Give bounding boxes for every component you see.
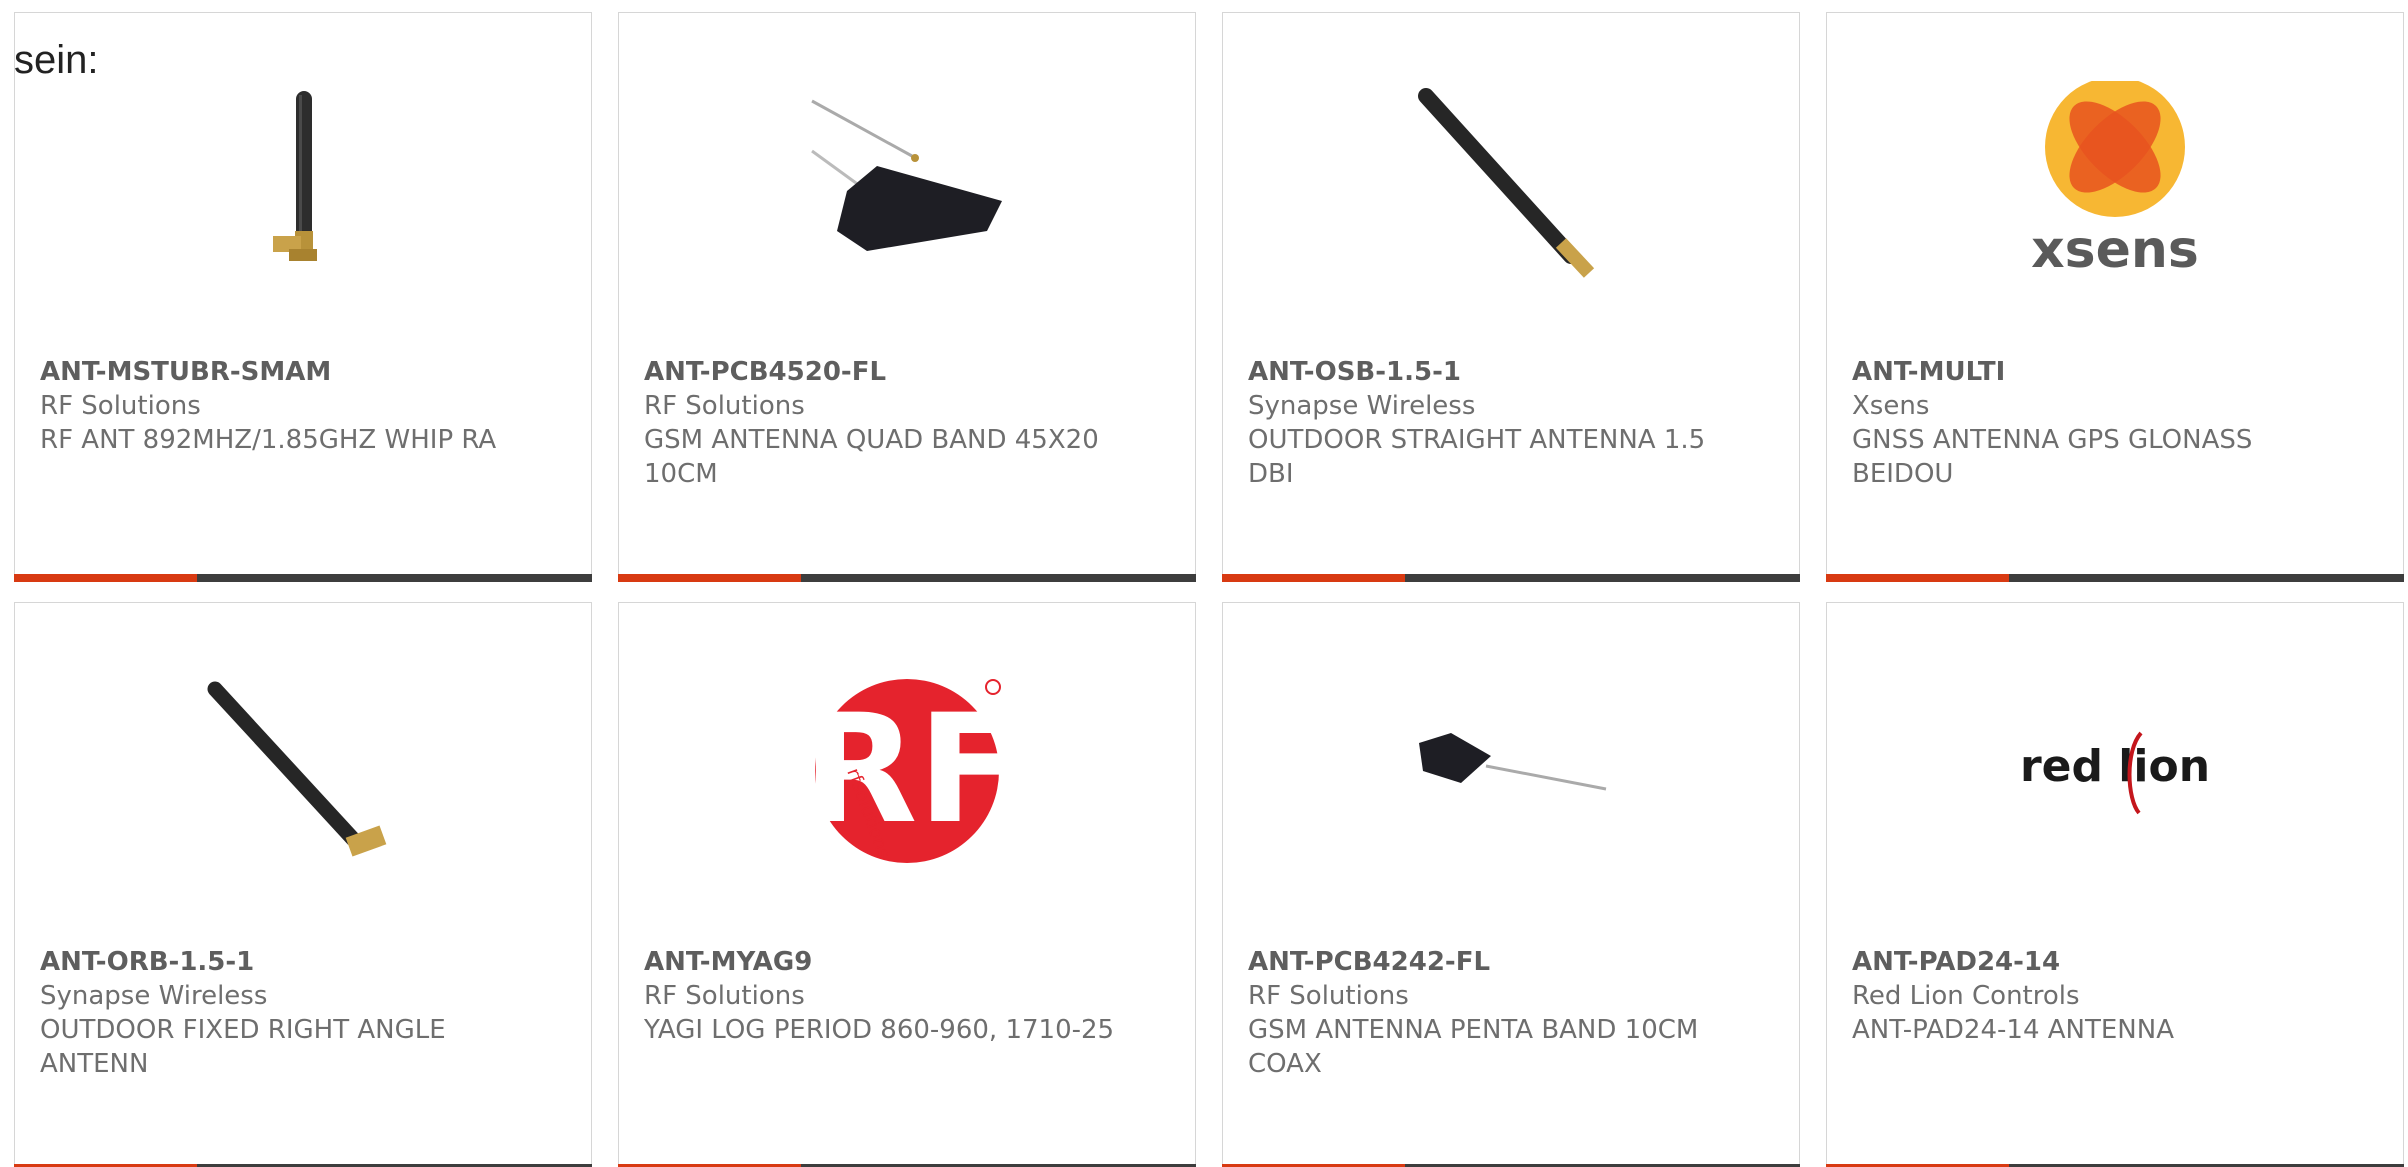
description: GNSS ANTENNA GPS GLONASS BEIDOU bbox=[1852, 425, 2253, 489]
part-number[interactable]: ANT-PAD24-14 bbox=[1852, 945, 2332, 979]
product-card[interactable]: ANT-OSB-1.5-1 Synapse Wireless OUTDOOR S… bbox=[1222, 12, 1800, 582]
card-bar bbox=[1222, 574, 1800, 582]
manufacturer: Synapse Wireless bbox=[1248, 391, 1476, 421]
description: YAGI LOG PERIOD 860-960, 1710-25 bbox=[644, 1015, 1115, 1045]
xsens-logo-text: xsens bbox=[2031, 220, 2199, 280]
part-number[interactable]: ANT-OSB-1.5-1 bbox=[1248, 355, 1728, 389]
stub-antenna-right-angle-image[interactable] bbox=[203, 81, 403, 281]
part-number[interactable]: ANT-PCB4242-FL bbox=[1248, 945, 1728, 979]
manufacturer: RF Solutions bbox=[644, 981, 805, 1011]
product-card[interactable]: ANT-MSTUBR-SMAM RF Solutions RF ANT 892M… bbox=[14, 12, 592, 582]
product-card[interactable]: ANT-ORB-1.5-1 Synapse Wireless OUTDOOR F… bbox=[14, 602, 592, 1167]
product-card[interactable]: xsens ANT-MULTI Xsens GNSS ANTENNA GPS G… bbox=[1826, 12, 2404, 582]
pcb-square-antenna-image[interactable] bbox=[1411, 671, 1611, 871]
card-bar-accent bbox=[1826, 574, 2009, 582]
manufacturer: RF Solutions bbox=[40, 391, 201, 421]
description: ANT-PAD24-14 ANTENNA bbox=[1852, 1015, 2174, 1045]
red-lion-logo-text: red lion bbox=[2020, 741, 2210, 792]
part-number[interactable]: ANT-MYAG9 bbox=[644, 945, 1124, 979]
part-number[interactable]: ANT-MULTI bbox=[1852, 355, 2332, 389]
description: OUTDOOR FIXED RIGHT ANGLE ANTENN bbox=[40, 1015, 446, 1079]
manufacturer: RF Solutions bbox=[1248, 981, 1409, 1011]
description: OUTDOOR STRAIGHT ANTENNA 1.5 DBI bbox=[1248, 425, 1706, 489]
product-card[interactable]: ANT-PCB4242-FL RF Solutions GSM ANTENNA … bbox=[1222, 602, 1800, 1167]
manufacturer: RF Solutions bbox=[644, 391, 805, 421]
product-card[interactable]: ANT-PCB4520-FL RF Solutions GSM ANTENNA … bbox=[618, 12, 1196, 582]
description: GSM ANTENNA PENTA BAND 10CM COAX bbox=[1248, 1015, 1699, 1079]
part-number[interactable]: ANT-ORB-1.5-1 bbox=[40, 945, 520, 979]
svg-text:RF: RF bbox=[807, 683, 1007, 857]
intro-text: sein: bbox=[14, 38, 99, 82]
product-card[interactable]: RF rfsolutions ANT-MYAG9 RF Solutions YA… bbox=[618, 602, 1196, 1167]
rf-solutions-logo[interactable]: RF rfsolutions bbox=[807, 671, 1007, 871]
description: RF ANT 892MHZ/1.85GHZ WHIP RA bbox=[40, 425, 497, 455]
red-lion-logo[interactable]: red lion bbox=[2015, 671, 2215, 871]
product-card[interactable]: red lion ANT-PAD24-14 Red Lion Controls … bbox=[1826, 602, 2404, 1167]
card-bar bbox=[618, 574, 1196, 582]
card-bar-accent bbox=[1222, 574, 1405, 582]
right-angle-whip-antenna-image[interactable] bbox=[203, 671, 403, 871]
manufacturer: Red Lion Controls bbox=[1852, 981, 2080, 1011]
straight-whip-antenna-image[interactable] bbox=[1411, 81, 1611, 281]
pcb-patch-antenna-image[interactable] bbox=[807, 81, 1007, 281]
card-bar bbox=[1826, 574, 2404, 582]
description: GSM ANTENNA QUAD BAND 45X20 10CM bbox=[644, 425, 1099, 489]
manufacturer: Xsens bbox=[1852, 391, 1930, 421]
xsens-logo[interactable]: xsens bbox=[2015, 81, 2215, 281]
card-bar-accent bbox=[618, 574, 801, 582]
part-number[interactable]: ANT-MSTUBR-SMAM bbox=[40, 355, 520, 389]
card-bar bbox=[14, 574, 592, 582]
card-bar-accent bbox=[14, 574, 197, 582]
manufacturer: Synapse Wireless bbox=[40, 981, 268, 1011]
part-number[interactable]: ANT-PCB4520-FL bbox=[644, 355, 1124, 389]
